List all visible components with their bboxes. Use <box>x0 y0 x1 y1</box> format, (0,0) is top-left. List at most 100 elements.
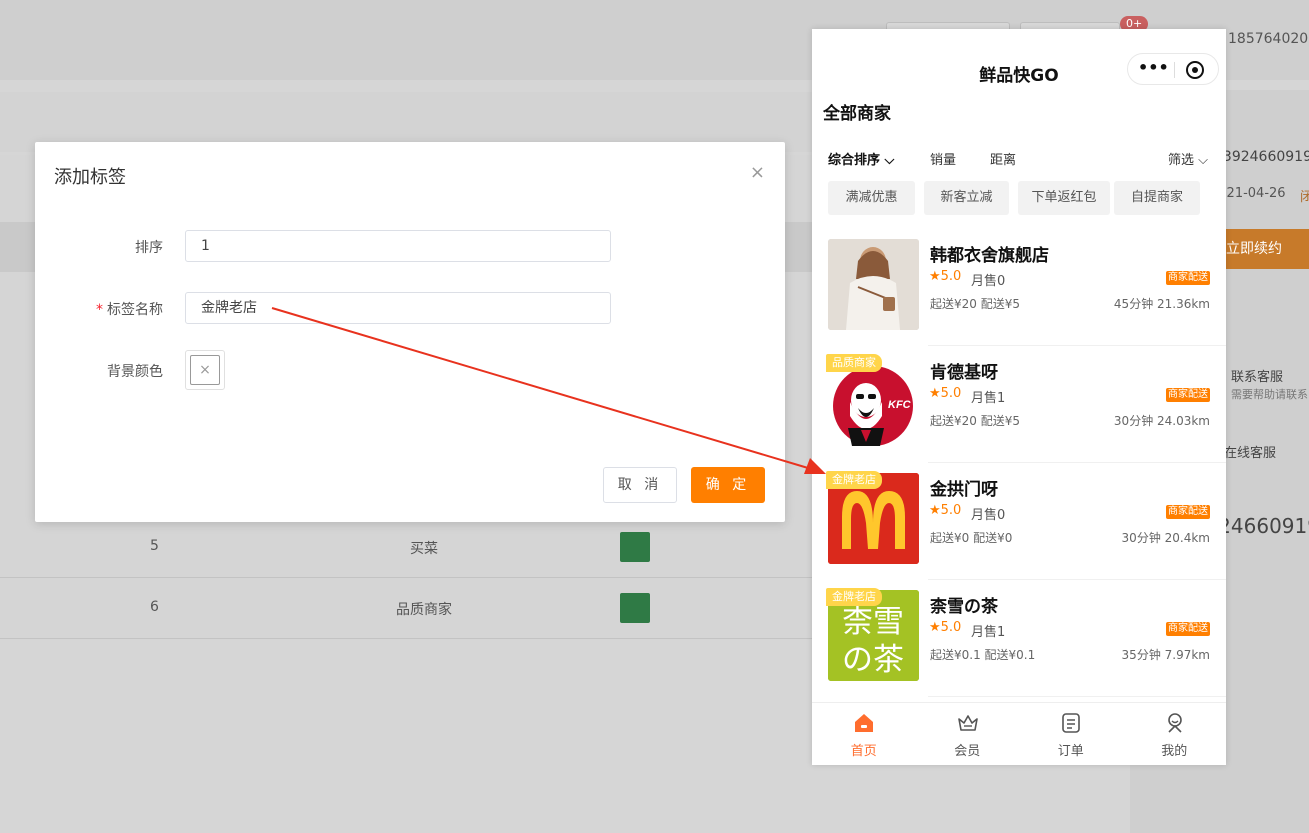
delivery-badge: 商家配送 <box>1166 622 1210 636</box>
divider <box>928 696 1226 697</box>
tab-orders[interactable]: 订单 <box>1019 703 1123 765</box>
rating-value: 5.0 <box>940 503 962 518</box>
rating-value: 5.0 <box>940 269 962 284</box>
tag-name-label: * 标签名称 <box>35 299 163 319</box>
mini-program-preview: 鲜品快GO ••• 全部商家 综合排序 ⌵ 销量 距离 筛选 ⌵ 满减优惠 新客… <box>812 29 1226 765</box>
section-title: 全部商家 <box>823 104 891 124</box>
background-phone-number: 13924660919 <box>1214 149 1309 165</box>
empty-color-icon: × <box>190 355 220 385</box>
row-name: 买菜 <box>410 541 438 557</box>
shop-item[interactable]: 金牌老店 柰雪 の茶 柰雪の茶 ★5.0 月售1 商家配送 起送¥0.1 配送¥… <box>812 580 1226 697</box>
close-icon[interactable]: × <box>750 162 765 183</box>
cancel-button[interactable]: 取 消 <box>603 467 677 503</box>
shop-fees: 起送¥20 配送¥5 <box>930 297 1020 311</box>
chip-new-customer[interactable]: 新客立减 <box>924 181 1009 215</box>
dialog-title: 添加标签 <box>54 167 126 188</box>
row-sort: 5 <box>150 538 159 554</box>
tab-mine[interactable]: 我的 <box>1123 703 1227 765</box>
shop-name: 韩都衣舍旗舰店 <box>930 246 1049 266</box>
row-name: 品质商家 <box>396 602 452 618</box>
filter-button[interactable]: 筛选 ⌵ <box>1168 149 1208 168</box>
crown-icon <box>957 715 978 731</box>
chip-red-packet[interactable]: 下单返红包 <box>1018 181 1110 215</box>
clothing-photo <box>828 239 919 330</box>
tab-label: 会员 <box>954 744 981 759</box>
shop-tag: 金牌老店 <box>826 471 882 489</box>
star-icon: ★ <box>929 386 941 401</box>
capsule-menu[interactable]: ••• <box>1127 53 1219 85</box>
shop-distance: 30分钟 24.03km <box>1113 414 1210 428</box>
rating-value: 5.0 <box>940 620 962 635</box>
tab-home[interactable]: 首页 <box>812 703 916 765</box>
shop-item[interactable]: 金牌老店 金拱门呀 ★5.0 月售0 商家配送 起送¥0 配送¥0 30分钟 2… <box>812 463 1226 580</box>
delivery-badge: 商家配送 <box>1166 388 1210 402</box>
chip-discount[interactable]: 满减优惠 <box>828 181 915 215</box>
renew-button: 立即续约 <box>1222 229 1309 269</box>
shop-item[interactable]: 韩都衣舍旗舰店 ★5.0 月售0 商家配送 起送¥20 配送¥5 45分钟 21… <box>812 229 1226 346</box>
user-icon <box>1167 713 1182 733</box>
shop-tag: 品质商家 <box>826 354 882 372</box>
tab-member[interactable]: 会员 <box>916 703 1020 765</box>
star-icon: ★ <box>929 269 941 284</box>
contact-subtitle: 需要帮助请联系 <box>1231 388 1308 401</box>
sort-input[interactable]: 1 <box>185 230 611 262</box>
row-sort: 6 <box>150 599 159 615</box>
tag-name-label-text: 标签名称 <box>107 302 163 318</box>
sort-overall[interactable]: 综合排序 ⌵ <box>828 149 894 168</box>
star-icon: ★ <box>929 503 941 518</box>
tag-name-input[interactable]: 金牌老店 <box>185 292 611 324</box>
delivery-badge: 商家配送 <box>1166 271 1210 285</box>
color-picker[interactable]: × <box>185 350 225 390</box>
shop-fees: 起送¥0 配送¥0 <box>930 531 1013 545</box>
chevron-down-icon: ⌵ <box>1198 153 1209 168</box>
shop-image <box>828 239 919 330</box>
close-miniprogram-icon[interactable] <box>1186 61 1204 79</box>
filter-label: 筛选 <box>1168 153 1195 168</box>
home-icon <box>855 714 873 732</box>
chip-self-pickup[interactable]: 自提商家 <box>1114 181 1200 215</box>
order-icon <box>1062 713 1080 733</box>
monthly-sales: 月售1 <box>971 625 1006 640</box>
rating-value: 5.0 <box>940 386 962 401</box>
capsule-divider <box>1174 62 1175 78</box>
sort-label: 排序 <box>135 240 163 256</box>
shop-distance: 45分钟 21.36km <box>1113 297 1210 311</box>
tab-label: 首页 <box>850 744 877 759</box>
monthly-sales: 月售0 <box>971 274 1006 289</box>
shop-rating: ★5.0 <box>929 620 961 635</box>
add-tag-dialog: 添加标签 × 排序 1 * 标签名称 金牌老店 背景颜色 × 取 消 确 定 <box>35 142 785 522</box>
nayuki-logo-line1: 柰雪 <box>842 604 904 640</box>
shop-rating: ★5.0 <box>929 503 961 518</box>
shop-name: 肯德基呀 <box>930 363 998 383</box>
shop-distance: 35分钟 7.97km <box>1121 648 1210 662</box>
shop-distance: 30分钟 20.4km <box>1121 531 1210 545</box>
tab-label: 订单 <box>1057 744 1084 759</box>
background-phone-number: 18576402052 <box>1228 31 1309 47</box>
delivery-badge: 商家配送 <box>1166 505 1210 519</box>
shop-fees: 起送¥0.1 配送¥0.1 <box>930 648 1036 662</box>
monthly-sales: 月售0 <box>971 508 1006 523</box>
star-icon: ★ <box>929 620 941 635</box>
nayuki-logo-line2: の茶 <box>842 642 904 678</box>
shop-fees: 起送¥20 配送¥5 <box>930 414 1020 428</box>
background-status: 闭 <box>1300 190 1309 205</box>
contact-title: 联系客服 <box>1231 370 1284 385</box>
sort-distance[interactable]: 距离 <box>990 149 1016 168</box>
tab-label: 我的 <box>1161 744 1188 759</box>
bg-color-label: 背景颜色 <box>107 364 163 380</box>
chevron-down-icon: ⌵ <box>884 153 895 168</box>
shop-item[interactable]: 品质商家 KFC 肯德基呀 ★5.0 月售1 商家配送 起送¥20 配送¥5 3… <box>812 346 1226 463</box>
more-icon[interactable]: ••• <box>1138 58 1169 77</box>
shop-rating: ★5.0 <box>929 269 961 284</box>
bottom-tab-bar: 首页 会员 订单 我的 <box>812 702 1226 765</box>
online-service: 在线客服 <box>1224 446 1277 461</box>
row-color-swatch <box>620 532 650 562</box>
monthly-sales: 月售1 <box>971 391 1006 406</box>
shop-name: 柰雪の茶 <box>930 597 998 617</box>
confirm-button[interactable]: 确 定 <box>691 467 765 503</box>
row-color-swatch <box>620 593 650 623</box>
kfc-logo-text: KFC <box>888 399 912 411</box>
shop-tag: 金牌老店 <box>826 588 882 606</box>
sort-sales[interactable]: 销量 <box>930 149 956 168</box>
shop-name: 金拱门呀 <box>930 480 998 500</box>
